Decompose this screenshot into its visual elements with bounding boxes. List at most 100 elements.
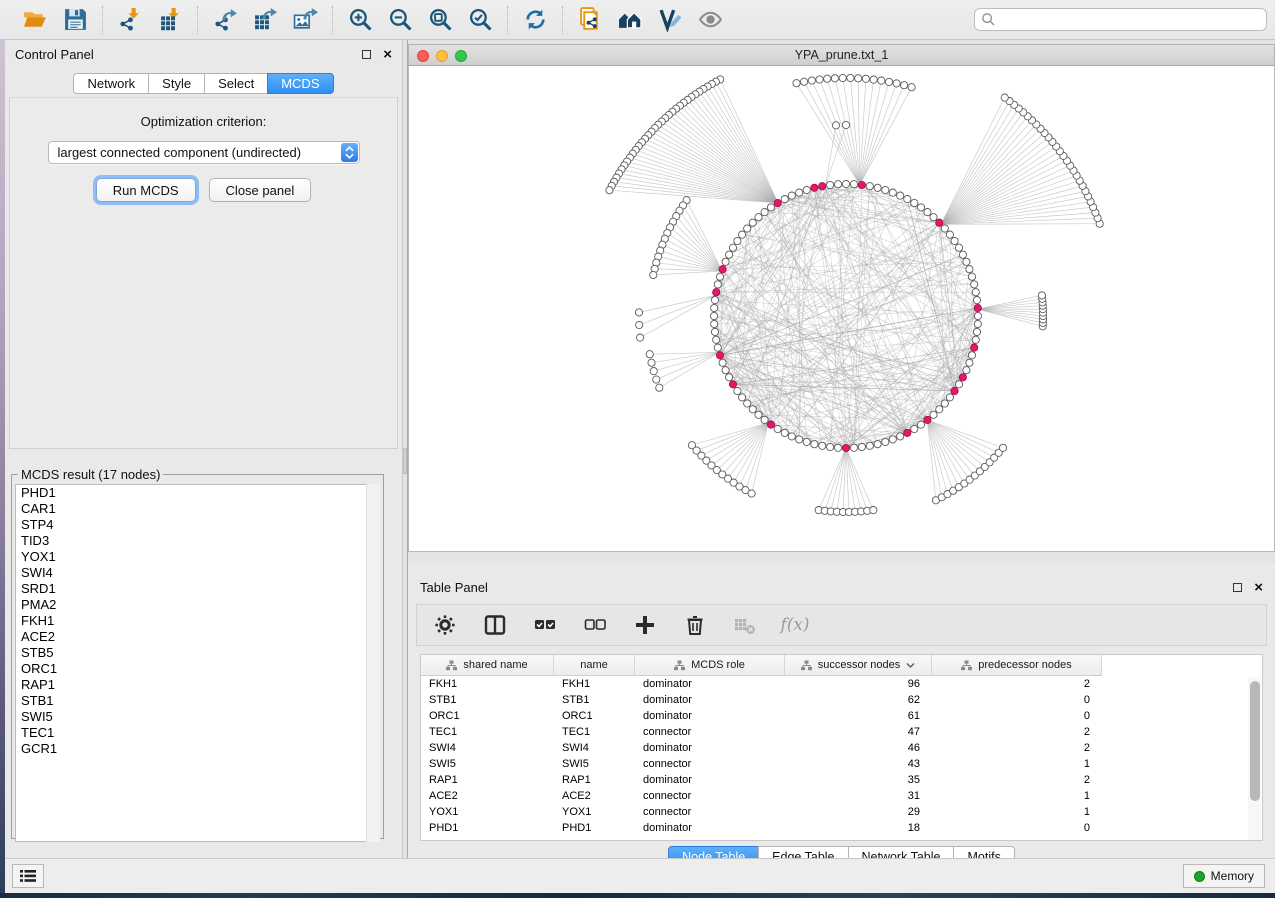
float-panel-icon[interactable] — [1233, 583, 1242, 592]
table-scrollbar[interactable] — [1248, 677, 1261, 840]
scrollbar-thumb[interactable] — [1250, 681, 1260, 801]
run-mcds-button[interactable]: Run MCDS — [96, 178, 196, 202]
mcds-result-item[interactable]: RAP1 — [16, 677, 379, 693]
column-header-predecessor-nodes[interactable]: predecessor nodes — [932, 655, 1102, 676]
hide-eye-button[interactable] — [695, 5, 725, 35]
window-close-icon[interactable] — [417, 50, 429, 62]
share-document-button[interactable] — [575, 5, 605, 35]
save-session-button[interactable] — [60, 5, 90, 35]
network-graph[interactable] — [409, 66, 1274, 550]
import-table-button[interactable] — [155, 5, 185, 35]
attribute-type-icon — [674, 660, 685, 671]
add-column-button[interactable] — [633, 613, 657, 637]
control-panel-tabs: NetworkStyleSelectMCDS — [5, 73, 402, 94]
mcds-result-item[interactable]: TID3 — [16, 533, 379, 549]
function-builder-button: f(x) — [783, 613, 807, 637]
export-table-button[interactable] — [250, 5, 280, 35]
mcds-result-item[interactable]: FKH1 — [16, 613, 379, 629]
tab-select[interactable]: Select — [204, 73, 268, 94]
network-canvas[interactable] — [408, 66, 1275, 552]
settings-gear-button[interactable] — [433, 613, 457, 637]
search-input[interactable] — [974, 8, 1267, 31]
float-panel-icon[interactable] — [362, 50, 371, 59]
tab-network[interactable]: Network — [73, 73, 149, 94]
import-network-button[interactable] — [115, 5, 145, 35]
mcds-result-item[interactable]: SWI4 — [16, 565, 379, 581]
mcds-result-item[interactable]: STP4 — [16, 517, 379, 533]
cell-successor-nodes: 61 — [785, 708, 932, 724]
cell-shared-name: STB1 — [421, 692, 554, 708]
close-panel-icon[interactable]: × — [1254, 583, 1263, 592]
zoom-out-button[interactable] — [385, 5, 415, 35]
table-row[interactable]: ORC1ORC1dominator610 — [421, 708, 1262, 724]
mcds-result-item[interactable]: STB1 — [16, 693, 379, 709]
column-header-name[interactable]: name — [554, 655, 635, 676]
table-row[interactable]: ACE2ACE2connector311 — [421, 788, 1262, 804]
table-row[interactable]: STB1STB1dominator620 — [421, 692, 1262, 708]
mcds-result-item[interactable]: SRD1 — [16, 581, 379, 597]
desktop-wallpaper-bottom — [0, 893, 1275, 898]
refresh-button[interactable] — [520, 5, 550, 35]
ring-nodes[interactable] — [606, 74, 1104, 515]
mcds-list-scrollbar[interactable] — [366, 484, 380, 842]
table-row[interactable]: YOX1YOX1connector291 — [421, 804, 1262, 820]
deselect-all-checkboxes-button[interactable] — [583, 613, 607, 637]
table-row[interactable]: RAP1RAP1dominator352 — [421, 772, 1262, 788]
delete-column-button[interactable] — [683, 613, 707, 637]
close-panel-icon[interactable]: × — [383, 50, 392, 59]
network-view-window: YPA_prune.txt_1 — [408, 44, 1275, 563]
splitter-grip[interactable] — [403, 448, 407, 474]
hide-eye-icon — [698, 7, 723, 32]
zoom-in-button[interactable] — [345, 5, 375, 35]
mcds-result-item[interactable]: CAR1 — [16, 501, 379, 517]
export-network-button[interactable] — [210, 5, 240, 35]
mcds-result-item[interactable]: ORC1 — [16, 661, 379, 677]
workspace-area: YPA_prune.txt_1 Table Panel × f(x) share… — [408, 40, 1275, 858]
mcds-result-item[interactable]: YOX1 — [16, 549, 379, 565]
mcds-result-list[interactable]: PHD1CAR1STP4TID3YOX1SWI4SRD1PMA2FKH1ACE2… — [15, 484, 380, 842]
memory-button[interactable]: Memory — [1183, 864, 1265, 888]
close-panel-button[interactable]: Close panel — [209, 178, 312, 202]
zoom-selected-button[interactable] — [465, 5, 495, 35]
cell-shared-name: TEC1 — [421, 724, 554, 740]
table-toolbar: f(x) — [416, 604, 1267, 646]
column-header-shared-name[interactable]: shared name — [421, 655, 554, 676]
mcds-result-item[interactable]: GCR1 — [16, 741, 379, 757]
window-maximize-icon[interactable] — [455, 50, 467, 62]
cell-successor-nodes: 96 — [785, 676, 932, 692]
tab-mcds[interactable]: MCDS — [267, 73, 333, 94]
mcds-result-item[interactable]: PHD1 — [16, 485, 379, 501]
select-all-checkboxes-button[interactable] — [533, 613, 557, 637]
zoom-fit-button[interactable] — [425, 5, 455, 35]
mcds-result-item[interactable]: ACE2 — [16, 629, 379, 645]
window-minimize-icon[interactable] — [436, 50, 448, 62]
control-panel: Control Panel × NetworkStyleSelectMCDS O… — [5, 40, 402, 858]
tab-style[interactable]: Style — [148, 73, 205, 94]
network-home-button[interactable] — [615, 5, 645, 35]
split-columns-button[interactable] — [483, 613, 507, 637]
delete-table-button — [733, 613, 757, 637]
export-table-icon — [253, 7, 278, 32]
export-image-button[interactable] — [290, 5, 320, 35]
optimization-criterion-select[interactable]: largest connected component (undirected) — [48, 141, 360, 164]
table-row[interactable]: SWI4SWI4dominator462 — [421, 740, 1262, 756]
column-header-successor-nodes[interactable]: successor nodes — [785, 655, 932, 676]
open-folder-button[interactable] — [20, 5, 50, 35]
export-network-icon — [213, 7, 238, 32]
mcds-result-item[interactable]: PMA2 — [16, 597, 379, 613]
cell-name: STB1 — [554, 692, 635, 708]
table-row[interactable]: TEC1TEC1connector472 — [421, 724, 1262, 740]
vizmapper-button[interactable] — [655, 5, 685, 35]
show-panels-button[interactable] — [12, 864, 44, 888]
mcds-result-item[interactable]: STB5 — [16, 645, 379, 661]
table-row[interactable]: FKH1FKH1dominator962 — [421, 676, 1262, 692]
control-panel-title: Control Panel — [15, 47, 94, 62]
column-header-MCDS-role[interactable]: MCDS role — [635, 655, 785, 676]
mcds-result-item[interactable]: SWI5 — [16, 709, 379, 725]
cell-predecessor-nodes: 2 — [932, 772, 1102, 788]
mcds-result-item[interactable]: TEC1 — [16, 725, 379, 741]
mcds-result-title: MCDS result (17 nodes) — [18, 467, 163, 482]
table-row[interactable]: PHD1PHD1dominator180 — [421, 820, 1262, 836]
table-row[interactable]: SWI5SWI5connector431 — [421, 756, 1262, 772]
select-stepper-icon — [341, 143, 358, 162]
